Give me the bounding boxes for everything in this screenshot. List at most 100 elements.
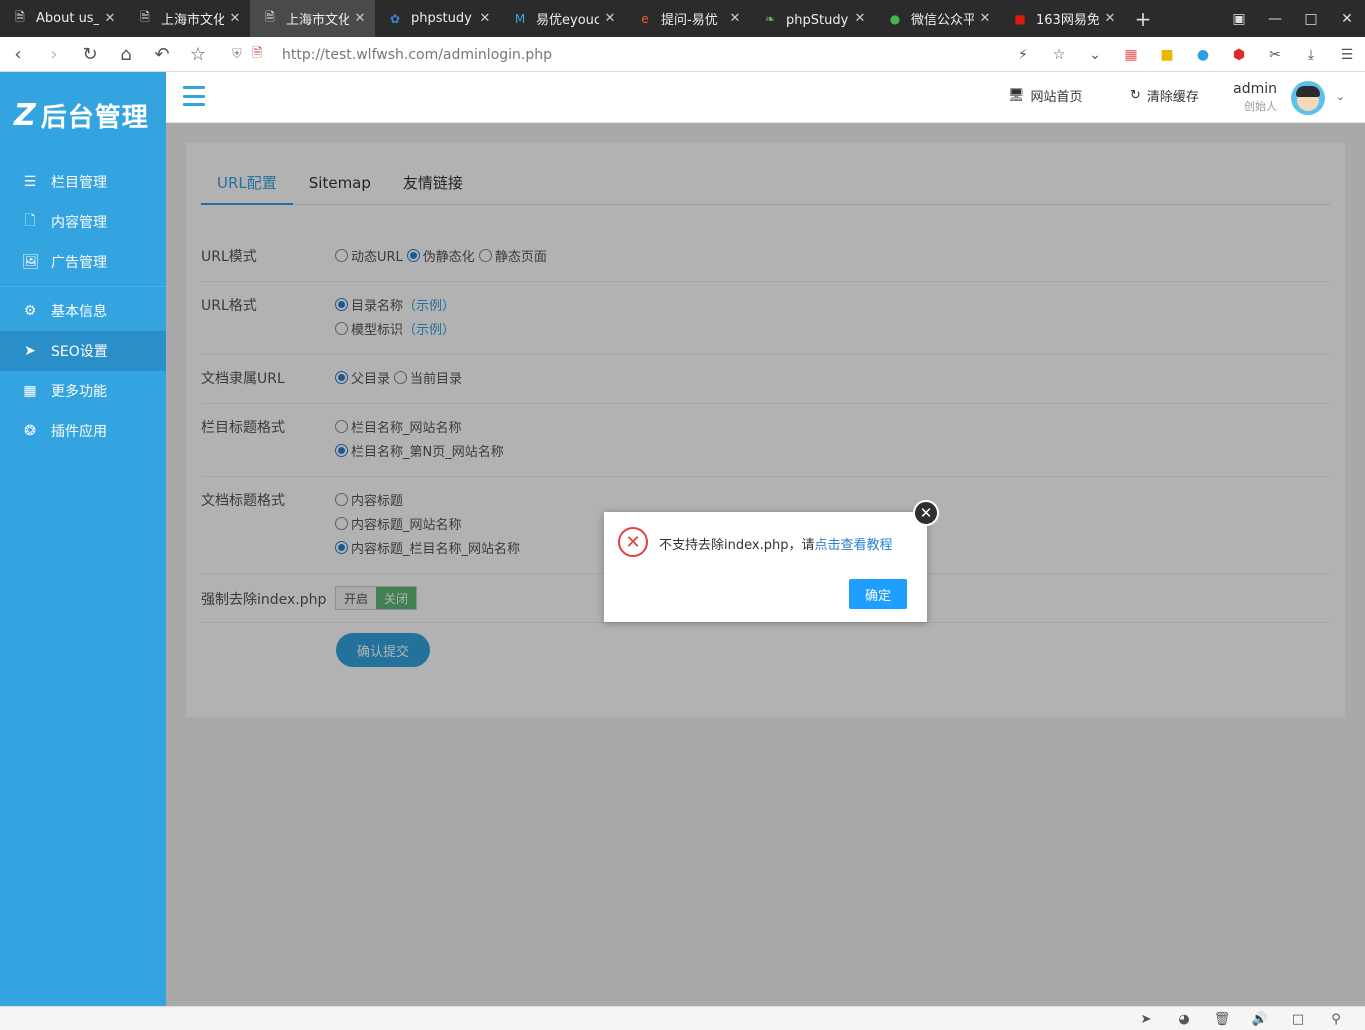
chevron-down-icon[interactable]: ⌄: [1336, 90, 1345, 103]
extension-circle-icon[interactable]: ●: [1185, 47, 1221, 63]
minimize-button[interactable]: —: [1257, 0, 1293, 37]
tab-close-icon[interactable]: ✕: [478, 11, 492, 26]
reload-button[interactable]: ↻: [72, 37, 108, 72]
tab-favicon-icon: ✿: [389, 11, 401, 26]
menu-group-settings: ⚙ 基本信息 ➤ SEO设置 ▦ 更多功能 ❂ 插件应用: [0, 287, 166, 455]
dropdown-icon[interactable]: ⌄: [1077, 47, 1113, 63]
sidebar: Z 后台管理 ☰ 栏目管理 🗋 内容管理 🖼 广告管理 ⚙ 基本信息 ➤ SEO设置 ▦ 更多功能 ❂…: [0, 72, 166, 1006]
dialog-message-text: 不支持去除index.php，请: [659, 538, 815, 553]
hamburger-menu-icon[interactable]: [183, 86, 205, 106]
new-tab-button[interactable]: +: [1125, 0, 1161, 37]
tab-favicon-icon: ■: [1014, 11, 1026, 26]
sidebar-item[interactable]: 🗋 内容管理: [0, 202, 166, 242]
user-info[interactable]: admin 创始人: [1233, 81, 1277, 114]
site-home-link[interactable]: 🖥 网站首页: [1008, 86, 1083, 105]
user-name: admin: [1233, 81, 1277, 97]
tab-close-icon[interactable]: ✕: [353, 11, 367, 26]
tab-title: 提问-易优: [661, 13, 718, 28]
address-bar[interactable]: ⛨ 🗎 http://test.wlfwsh.com/adminlogin.ph…: [232, 37, 1072, 72]
sidebar-item-label: 栏目管理: [51, 175, 107, 191]
tab-title: 163网易免: [1036, 13, 1099, 28]
insecure-page-icon: 🗎: [252, 45, 263, 61]
close-window-button[interactable]: ✕: [1329, 0, 1365, 37]
trash-icon[interactable]: 🗑: [1203, 1007, 1241, 1030]
tab-favicon-icon: 🗎: [140, 10, 150, 24]
tab-close-icon[interactable]: ✕: [1103, 11, 1117, 26]
browser-tab[interactable]: ■ 163网易免 ✕: [1000, 0, 1125, 37]
sidebar-item-label: 更多功能: [51, 384, 107, 400]
forward-button[interactable]: ›: [36, 37, 72, 72]
avatar[interactable]: [1291, 81, 1325, 115]
grid-icon: ▦: [23, 383, 37, 399]
tab-title: phpStudy安: [786, 13, 849, 28]
browser-tab[interactable]: 🗎 上海市文化 ✕: [250, 0, 375, 37]
maximize-button[interactable]: □: [1293, 0, 1329, 37]
tutorial-link[interactable]: 点击查看教程: [814, 538, 892, 553]
tab-close-icon[interactable]: ✕: [728, 11, 742, 26]
clear-cache-link[interactable]: ↻ 清除缓存: [1130, 86, 1199, 105]
bookmark-star-icon[interactable]: ☆: [180, 37, 216, 72]
menu-group-content: ☰ 栏目管理 🗋 内容管理 🖼 广告管理: [0, 158, 166, 287]
sidebar-item[interactable]: ❂ 插件应用: [0, 411, 166, 451]
browser-tab[interactable]: ● 微信公众平 ✕: [875, 0, 1000, 37]
download-icon[interactable]: ⤓: [1293, 47, 1329, 63]
shirt-icon[interactable]: ▣: [1221, 0, 1257, 37]
topbar: 🖥 网站首页 ↻ 清除缓存 admin 创始人 ⌄: [166, 72, 1365, 123]
browser-tab[interactable]: M 易优eyouc ✕: [500, 0, 625, 37]
zoom-icon[interactable]: ⚲: [1317, 1007, 1355, 1030]
sidebar-item-label: 内容管理: [51, 215, 107, 231]
tab-close-icon[interactable]: ✕: [228, 11, 242, 26]
tab-title: 易优eyouc: [536, 13, 599, 28]
toolbar-extensions: ⚡ ☆ ⌄ ▦ ■ ● ⬢ ✂ ⤓ ☰: [1005, 37, 1365, 72]
speed-icon[interactable]: ◕: [1165, 1007, 1203, 1030]
send-icon: ➤: [24, 343, 36, 359]
lightning-icon[interactable]: ⚡: [1005, 47, 1041, 63]
sidebar-item-label: 广告管理: [51, 255, 107, 271]
tab-title: 上海市文化: [286, 13, 349, 28]
sidebar-item-label: 基本信息: [51, 304, 107, 320]
clear-cache-label: 清除缓存: [1146, 90, 1199, 105]
error-dialog: ✕ 不支持去除index.php，请点击查看教程 确定 ✕: [604, 500, 939, 622]
sidebar-item[interactable]: ⚙ 基本信息: [0, 291, 166, 331]
logo-mark: Z: [14, 97, 37, 133]
tab-title: 微信公众平: [911, 13, 974, 28]
tab-title: phpstudy: [411, 11, 472, 26]
dialog-ok-button[interactable]: 确定: [849, 579, 907, 609]
sidebar-item[interactable]: 🖼 广告管理: [0, 242, 166, 282]
window-icon[interactable]: □: [1279, 1007, 1317, 1030]
browser-tab[interactable]: 🗎 About us_(✕: [0, 0, 125, 37]
undo-button[interactable]: ↶: [144, 37, 180, 72]
browser-tab[interactable]: ✿ phpstudy ✕: [375, 0, 500, 37]
tab-close-icon[interactable]: ✕: [103, 11, 117, 26]
tab-list: 🗎 About us_(✕ 🗎 上海市文化 ✕ 🗎 上海市文化 ✕ ✿ phpstudy ✕ M 易优e…: [0, 0, 1125, 37]
extension-chat-icon[interactable]: ■: [1149, 47, 1185, 63]
logo: Z 后台管理: [0, 72, 166, 158]
tab-close-icon[interactable]: ✕: [603, 11, 617, 26]
tab-close-icon[interactable]: ✕: [853, 11, 867, 26]
home-button[interactable]: ⌂: [108, 37, 144, 72]
rocket-icon[interactable]: ➤: [1127, 1007, 1165, 1030]
status-icons: ➤ ◕ 🗑 🔊 □ ⚲: [1127, 1007, 1355, 1030]
windows-icon[interactable]: ▦: [1113, 47, 1149, 63]
browser-tab-bar: 🗎 About us_(✕ 🗎 上海市文化 ✕ 🗎 上海市文化 ✕ ✿ phpstudy ✕ M 易优e…: [0, 0, 1365, 37]
browser-tab[interactable]: ❧ phpStudy安 ✕: [750, 0, 875, 37]
sidebar-item[interactable]: ☰ 栏目管理: [0, 162, 166, 202]
tab-favicon-icon: M: [514, 11, 526, 26]
browser-tab[interactable]: e 提问-易优 ✕: [625, 0, 750, 37]
back-button[interactable]: ‹: [0, 37, 36, 72]
browser-tab[interactable]: 🗎 上海市文化 ✕: [125, 0, 250, 37]
browser-toolbar: ‹ › ↻ ⌂ ↶ ☆ ⛨ 🗎 http://test.wlfwsh.com/a…: [0, 37, 1365, 72]
tab-favicon-icon: 🗎: [265, 10, 275, 24]
adblock-icon[interactable]: ⬢: [1221, 47, 1257, 63]
sidebar-item-label: 插件应用: [51, 424, 107, 440]
dialog-close-icon[interactable]: ✕: [913, 500, 939, 526]
star-icon[interactable]: ☆: [1041, 47, 1077, 63]
file-icon: 🗋: [24, 213, 36, 229]
tab-close-icon[interactable]: ✕: [978, 11, 992, 26]
url-text[interactable]: http://test.wlfwsh.com/adminlogin.php: [282, 47, 552, 63]
volume-icon[interactable]: 🔊: [1241, 1007, 1279, 1030]
scissors-icon[interactable]: ✂: [1257, 47, 1293, 63]
menu-icon[interactable]: ☰: [1329, 47, 1365, 63]
sidebar-item[interactable]: ➤ SEO设置: [0, 331, 166, 371]
sidebar-item[interactable]: ▦ 更多功能: [0, 371, 166, 411]
